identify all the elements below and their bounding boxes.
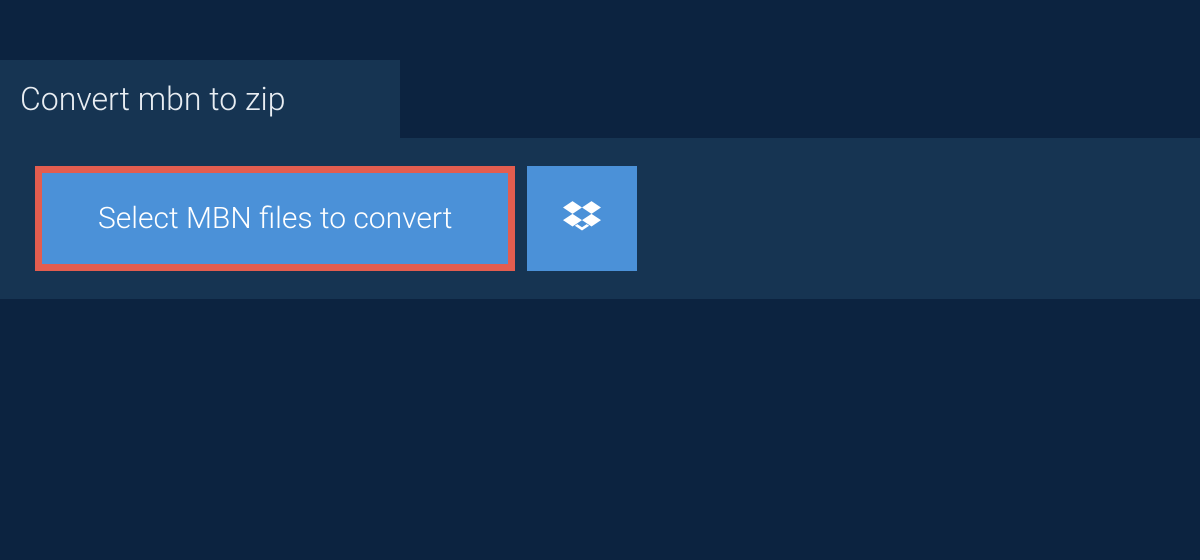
dropbox-button[interactable] xyxy=(527,166,637,271)
button-row: Select MBN files to convert xyxy=(35,166,1200,271)
tab-label: Convert mbn to zip xyxy=(20,80,285,118)
convert-panel: Select MBN files to convert xyxy=(0,138,1200,299)
tab-bar: Convert mbn to zip xyxy=(0,60,1200,138)
select-files-button[interactable]: Select MBN files to convert xyxy=(35,166,515,271)
dropbox-icon xyxy=(563,198,601,240)
select-files-label: Select MBN files to convert xyxy=(98,201,452,236)
tab-convert[interactable]: Convert mbn to zip xyxy=(0,60,400,138)
